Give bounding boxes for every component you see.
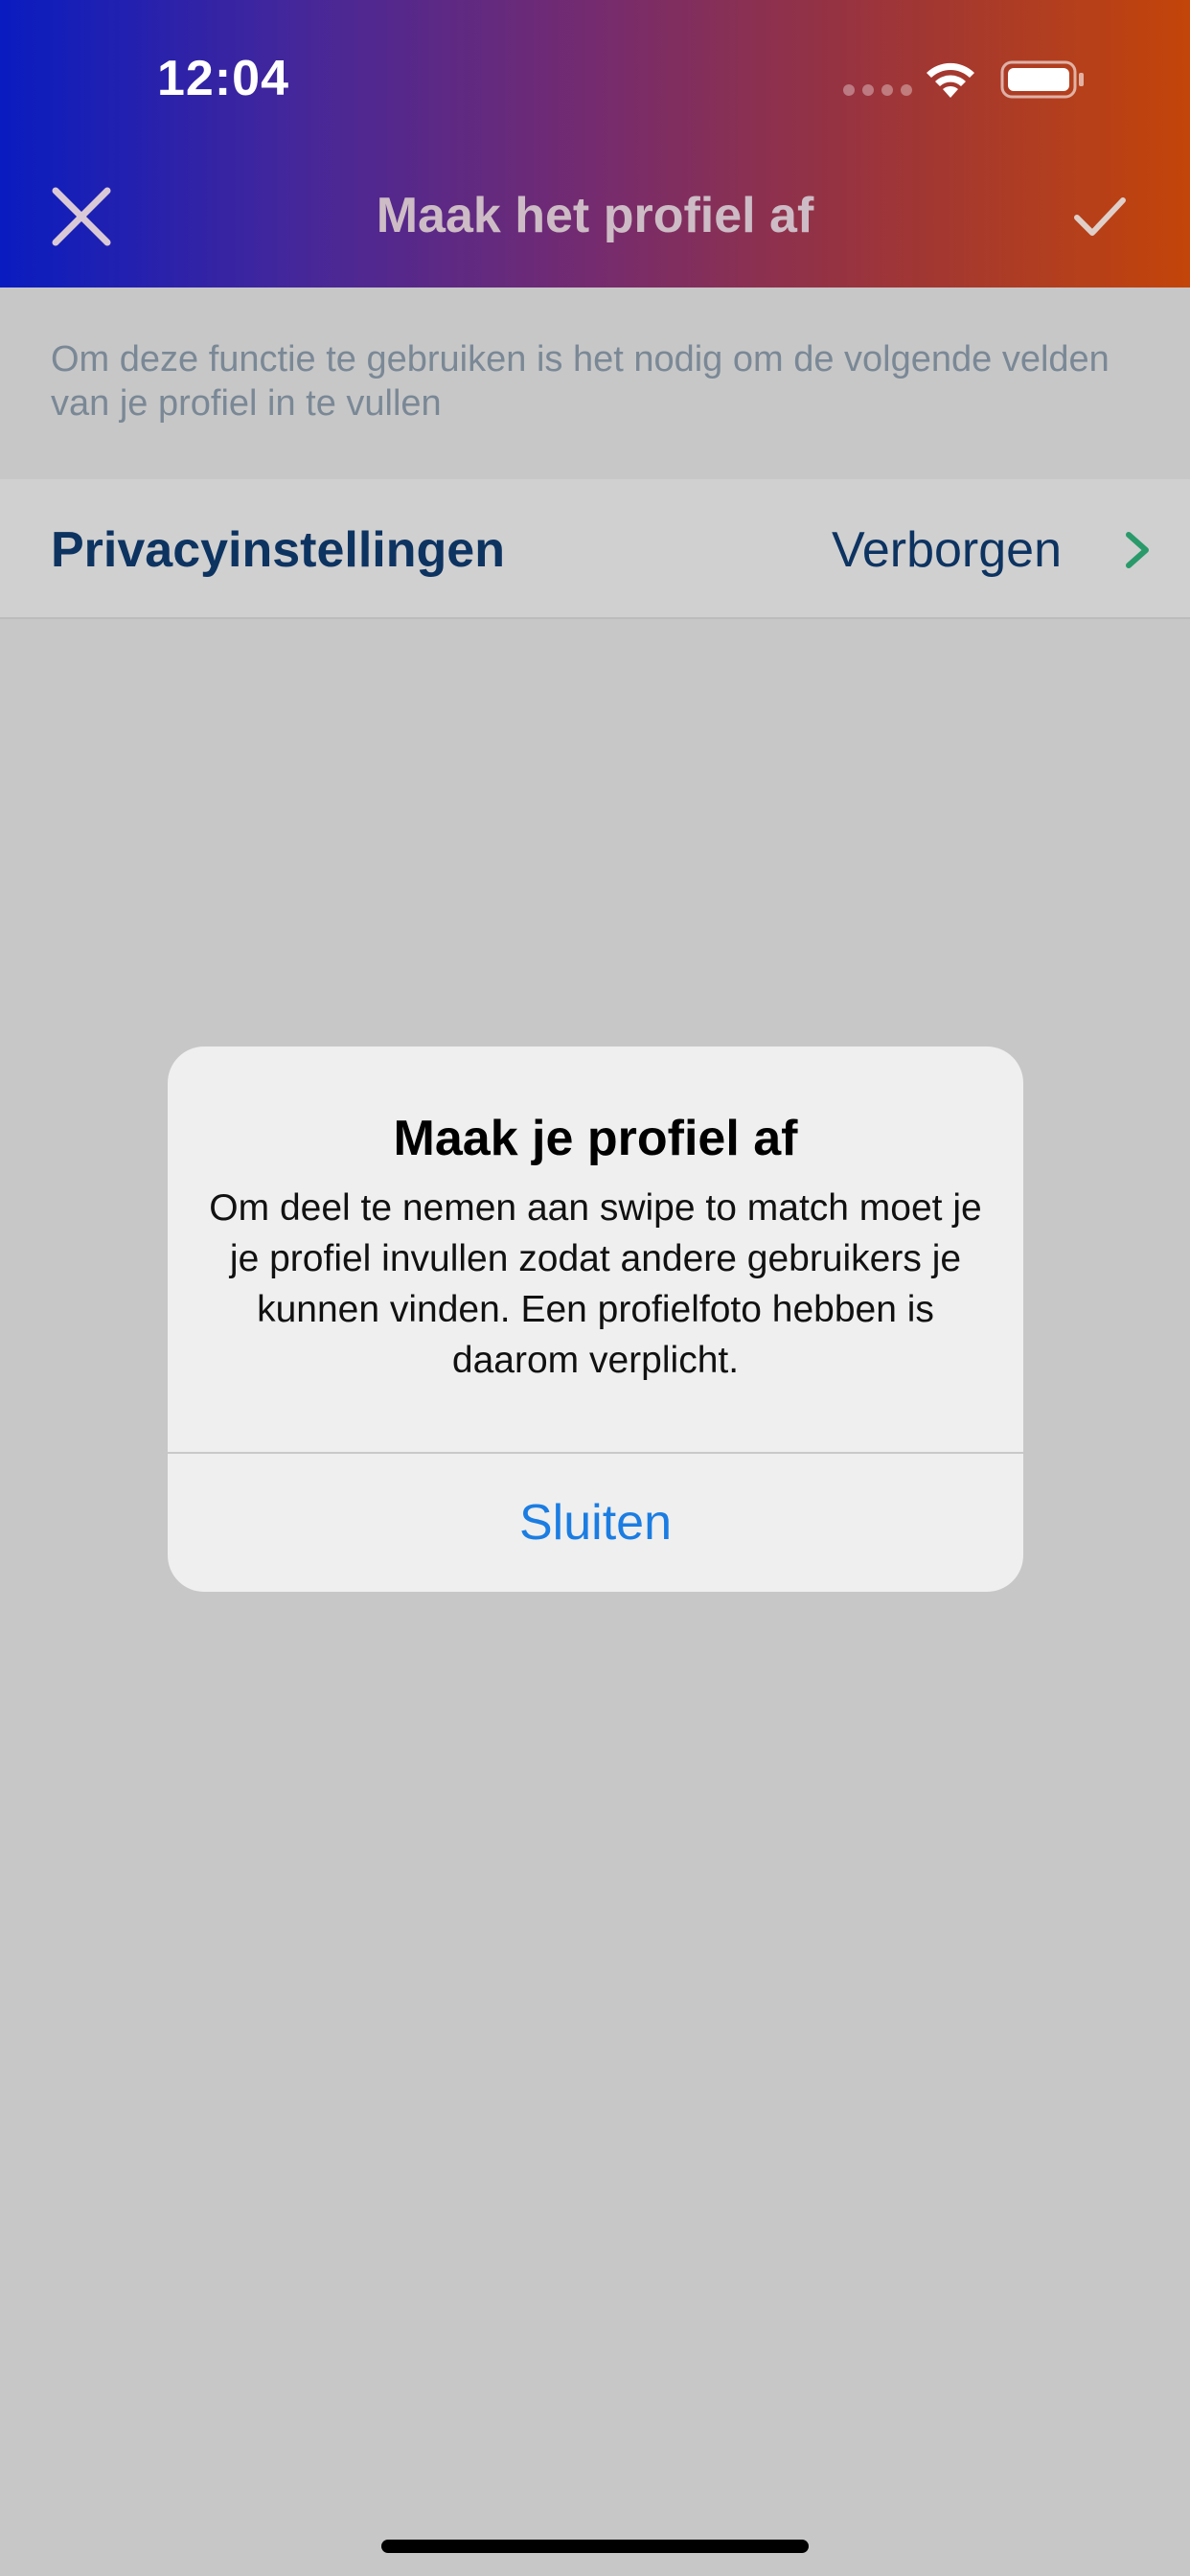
status-time: 12:04 — [157, 51, 289, 106]
checkmark-icon[interactable] — [1073, 195, 1127, 239]
battery-icon — [1000, 60, 1084, 99]
home-indicator[interactable] — [381, 2540, 809, 2553]
alert-title: Maak je profiel af — [393, 1111, 798, 1166]
cellular-signal-icon — [843, 84, 912, 96]
navigation-header: 12:04 Maak het profiel af — [0, 0, 1190, 288]
wifi-icon — [927, 62, 974, 98]
privacy-settings-value: Verborgen — [832, 522, 1062, 578]
alert-dialog: Maak je profiel af Om deel te nemen aan … — [168, 1046, 1023, 1592]
privacy-settings-label: Privacyinstellingen — [51, 522, 505, 578]
page-title: Maak het profiel af — [376, 188, 814, 243]
chevron-right-icon — [1126, 532, 1149, 568]
close-alert-button[interactable]: Sluiten — [168, 1454, 1023, 1592]
privacy-settings-row[interactable]: Privacyinstellingen Verborgen — [0, 479, 1190, 619]
alert-message: Om deel te nemen aan swipe to match moet… — [209, 1187, 982, 1381]
info-text: Om deze functie te gebruiken is het nodi… — [51, 339, 1110, 424]
